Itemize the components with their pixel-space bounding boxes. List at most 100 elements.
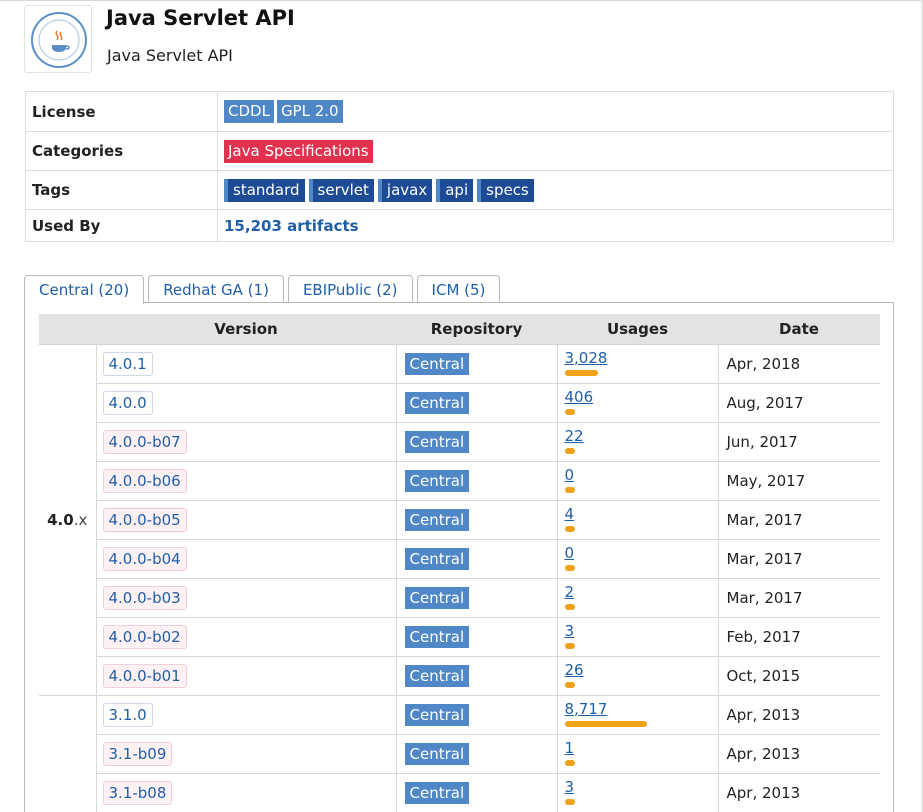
version-cell: 3.1.0	[95, 694, 396, 734]
version-link[interactable]: 4.0.1	[102, 351, 153, 376]
version-link[interactable]: 4.0.0-b05	[102, 507, 187, 532]
repository-cell: Central	[395, 538, 557, 578]
usage-bar	[564, 369, 598, 376]
tag-specs[interactable]: specs	[477, 178, 534, 202]
artifact-info-table: License CDDL GPL 2.0 Categories Java Spe…	[25, 91, 894, 242]
repository-badge[interactable]: Central	[404, 664, 470, 687]
version-cell: 3.1-b08	[95, 772, 396, 812]
usages-link[interactable]: 0	[565, 544, 575, 562]
repository-badge[interactable]: Central	[404, 430, 470, 453]
version-link[interactable]: 4.0.0-b03	[102, 585, 187, 610]
table-row: 3.1-b09 Central 1 Apr, 2013	[39, 733, 880, 773]
repository-badge[interactable]: Central	[404, 391, 470, 414]
tab-ebipublic[interactable]: EBIPublic (2)	[287, 275, 413, 303]
version-cell: 4.0.0	[95, 382, 396, 422]
repository-cell: Central	[395, 421, 557, 461]
repository-badge[interactable]: Central	[404, 586, 470, 609]
repository-badge[interactable]: Central	[404, 547, 470, 570]
repository-cell: Central	[395, 577, 557, 617]
tab-central[interactable]: Central (20)	[24, 275, 145, 304]
version-link[interactable]: 4.0.0-b02	[102, 624, 187, 649]
date-cell: Mar, 2017	[717, 538, 880, 578]
project-logo	[24, 5, 92, 73]
categories-label: Categories	[26, 132, 218, 170]
repository-badge[interactable]: Central	[404, 781, 470, 804]
repository-badge[interactable]: Central	[404, 469, 470, 492]
usages-link[interactable]: 26	[565, 661, 584, 679]
table-row: 3.1.0 Central 8,717 Apr, 2013	[39, 694, 880, 812]
repository-badge[interactable]: Central	[404, 703, 470, 726]
tag-api[interactable]: api	[436, 178, 474, 202]
usages-link[interactable]: 4	[565, 505, 575, 523]
usages-cell: 26	[556, 655, 718, 695]
usages-link[interactable]: 8,717	[565, 700, 608, 718]
usages-link[interactable]: 2	[565, 583, 575, 601]
top-border	[0, 0, 923, 3]
usages-link[interactable]: 1	[565, 739, 575, 757]
license-row: License CDDL GPL 2.0	[26, 92, 893, 131]
date-cell: Oct, 2015	[717, 655, 880, 695]
used-by-row: Used By 15,203 artifacts	[26, 209, 893, 241]
date-cell: May, 2017	[717, 460, 880, 500]
version-link[interactable]: 3.1.0	[102, 702, 153, 727]
tags-label: Tags	[26, 171, 218, 209]
usages-cell: 2	[556, 577, 718, 617]
version-link[interactable]: 3.1-b09	[102, 741, 173, 766]
version-cell: 4.0.0-b01	[95, 655, 396, 695]
usage-bar	[564, 525, 575, 532]
version-link[interactable]: 3.1-b08	[102, 780, 173, 805]
table-row: 3.1-b08 Central 3 Apr, 2013	[39, 772, 880, 812]
tab-redhat-ga[interactable]: Redhat GA (1)	[148, 275, 284, 303]
version-group-cell: 4.0.x	[39, 343, 96, 695]
table-row: 4.0.0-b05 Central 4 Mar, 2017	[39, 499, 880, 539]
repository-badge[interactable]: Central	[404, 742, 470, 765]
version-group-cell	[39, 694, 96, 812]
versions-table-body: 4.0.x 4.0.1 Central 3,028 Apr, 2018 4.0.0 Cent…	[39, 343, 880, 812]
tag-standard[interactable]: standard	[224, 178, 305, 202]
version-link[interactable]: 4.0.0-b06	[102, 468, 187, 493]
version-cell: 4.0.0-b02	[95, 616, 396, 656]
date-cell: Apr, 2013	[717, 733, 880, 773]
usage-bar	[564, 408, 575, 415]
usages-link[interactable]: 22	[565, 427, 584, 445]
repository-cell: Central	[395, 616, 557, 656]
usages-cell: 0	[556, 538, 718, 578]
usages-link[interactable]: 406	[565, 388, 594, 406]
license-badge-cddl[interactable]: CDDL	[224, 100, 274, 123]
repository-badge[interactable]: Central	[404, 625, 470, 648]
repository-badge[interactable]: Central	[404, 508, 470, 531]
usage-bar	[564, 447, 575, 454]
repository-cell: Central	[395, 499, 557, 539]
license-badge-gpl[interactable]: GPL 2.0	[276, 100, 343, 123]
usages-cell: 3,028	[556, 343, 718, 383]
date-cell: Apr, 2018	[717, 343, 880, 383]
usages-link[interactable]: 3	[565, 778, 575, 796]
table-row: 4.0.0-b02 Central 3 Feb, 2017	[39, 616, 880, 656]
version-link[interactable]: 4.0.0-b04	[102, 546, 187, 571]
version-link[interactable]: 4.0.0-b01	[102, 663, 187, 688]
header-version: Version	[96, 314, 396, 345]
repository-badge[interactable]: Central	[404, 352, 470, 375]
used-by-link[interactable]: 15,203 artifacts	[224, 217, 359, 235]
tags-row: Tags standard servlet javax api specs	[26, 170, 893, 209]
date-cell: Feb, 2017	[717, 616, 880, 656]
usages-link[interactable]: 3	[565, 622, 575, 640]
date-cell: Mar, 2017	[717, 577, 880, 617]
usages-cell: 0	[556, 460, 718, 500]
usages-link[interactable]: 0	[565, 466, 575, 484]
tab-icm[interactable]: ICM (5)	[416, 275, 501, 303]
usage-bar	[564, 642, 575, 649]
version-link[interactable]: 4.0.0	[102, 390, 153, 415]
table-row: 4.0.0-b07 Central 22 Jun, 2017	[39, 421, 880, 461]
version-cell: 4.0.0-b07	[95, 421, 396, 461]
tag-servlet[interactable]: servlet	[308, 178, 374, 202]
category-badge[interactable]: Java Specifications	[224, 139, 373, 163]
table-row: 4.0.0-b01 Central 26 Oct, 2015	[39, 655, 880, 695]
usage-bar	[564, 798, 575, 805]
version-link[interactable]: 4.0.0-b07	[102, 429, 187, 454]
table-header-row: Version Repository Usages Date	[39, 314, 880, 345]
java-community-process-logo-icon	[31, 12, 87, 68]
tag-javax[interactable]: javax	[377, 178, 433, 202]
usage-bar	[564, 759, 575, 766]
usages-link[interactable]: 3,028	[565, 349, 608, 367]
